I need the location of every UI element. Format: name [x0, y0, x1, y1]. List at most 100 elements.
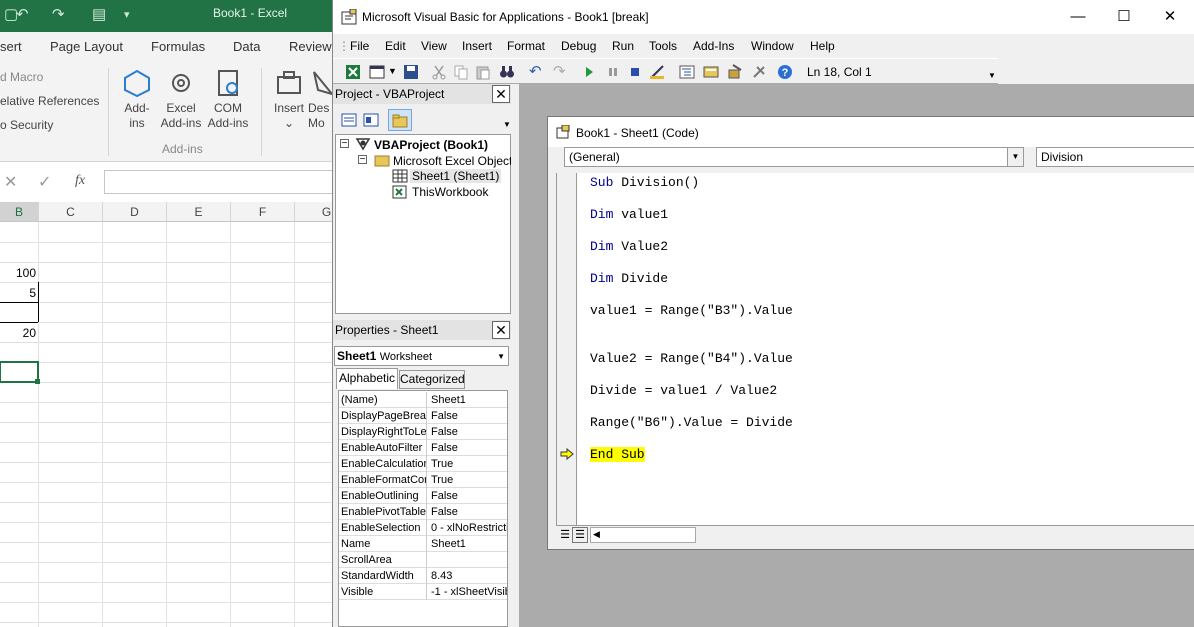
procedure-dropdown[interactable]: Division: [1036, 147, 1194, 167]
view-object-icon[interactable]: [363, 112, 379, 128]
save-icon[interactable]: [403, 64, 419, 80]
tree-item-vbaproject[interactable]: VBAProject (Book1): [374, 138, 488, 152]
property-row[interactable]: DisplayRightToLef False: [339, 424, 507, 440]
col-header-b[interactable]: B: [0, 202, 39, 222]
undo-icon[interactable]: ↶: [16, 5, 29, 23]
maximize-button[interactable]: ☐: [1101, 6, 1147, 28]
vba-project-icon: [355, 138, 371, 151]
project-explorer-icon[interactable]: [679, 64, 695, 80]
redo-icon[interactable]: ↷: [52, 5, 65, 23]
tab-formulas[interactable]: Formulas: [151, 39, 205, 54]
tab-insert[interactable]: sert: [0, 39, 22, 54]
col-header-e[interactable]: E: [167, 202, 231, 222]
record-macro-button[interactable]: d Macro: [0, 70, 43, 84]
property-row[interactable]: EnableOutlining False: [339, 488, 507, 504]
property-row[interactable]: StandardWidth 8.43: [339, 568, 507, 584]
collapse-icon[interactable]: −: [358, 155, 367, 165]
object-dropdown[interactable]: (General) ▼: [564, 147, 1024, 167]
toolbox-icon[interactable]: [751, 64, 767, 80]
property-row[interactable]: ScrollArea: [339, 552, 507, 568]
tree-item-excel-objects[interactable]: Microsoft Excel Objects: [393, 154, 518, 168]
tree-item-thisworkbook[interactable]: ThisWorkbook: [412, 185, 488, 199]
menu-insert[interactable]: Insert: [462, 39, 492, 53]
menu-edit[interactable]: Edit: [385, 39, 406, 53]
excel-add-ins-button[interactable]: Excel Add-ins: [158, 68, 204, 131]
property-row[interactable]: EnableSelection 0 - xlNoRestricti: [339, 520, 507, 536]
procedure-view-icon[interactable]: ☰: [558, 528, 572, 542]
property-row[interactable]: (Name) Sheet1: [339, 392, 507, 408]
property-row[interactable]: EnablePivotTable False: [339, 504, 507, 520]
cancel-icon[interactable]: ✕: [4, 172, 17, 192]
cut-icon[interactable]: [431, 64, 447, 80]
undo-icon[interactable]: ↶: [529, 62, 545, 80]
col-header-f[interactable]: F: [231, 202, 295, 222]
insert-dropdown-icon[interactable]: ▼: [388, 66, 404, 82]
cell-b6[interactable]: 20: [0, 326, 36, 340]
customize-qat-icon[interactable]: ▾: [124, 8, 130, 21]
col-header-c[interactable]: C: [39, 202, 103, 222]
menu-file[interactable]: File: [350, 39, 369, 53]
find-icon[interactable]: [499, 64, 515, 80]
minimize-button[interactable]: —: [1055, 6, 1101, 28]
macro-security-button[interactable]: o Security: [0, 118, 53, 132]
menu-help[interactable]: Help: [810, 39, 835, 53]
design-mode-button[interactable]: Des Mo: [308, 68, 335, 131]
insert-controls-button[interactable]: Insert ⌄: [270, 68, 308, 131]
close-properties-button[interactable]: ✕: [492, 321, 510, 339]
collapse-icon[interactable]: −: [340, 139, 349, 149]
worksheet-grid: B C D E F G 100 5 20: [0, 202, 359, 627]
design-mode-icon[interactable]: [649, 64, 665, 80]
view-excel-icon[interactable]: [345, 64, 361, 80]
scroll-left-icon[interactable]: ◀: [593, 529, 600, 540]
menu-window[interactable]: Window: [751, 39, 794, 53]
property-row[interactable]: EnableAutoFilter False: [339, 440, 507, 456]
cell-b4[interactable]: 5: [0, 286, 36, 300]
property-row[interactable]: Name Sheet1: [339, 536, 507, 552]
paste-icon[interactable]: [475, 64, 491, 80]
object-browser-icon[interactable]: [727, 64, 743, 80]
property-row[interactable]: EnableFormatCon True: [339, 472, 507, 488]
close-button[interactable]: ✕: [1147, 6, 1193, 28]
tab-review[interactable]: Review: [289, 39, 332, 54]
menu-add-ins[interactable]: Add-Ins: [693, 39, 734, 53]
close-project-explorer-button[interactable]: ✕: [492, 85, 510, 103]
insert-userform-icon[interactable]: [369, 64, 385, 80]
tab-page-layout[interactable]: Page Layout: [50, 39, 123, 54]
properties-window-icon[interactable]: [703, 64, 719, 80]
run-icon[interactable]: [581, 64, 597, 80]
menu-run[interactable]: Run: [612, 39, 634, 53]
form-icon[interactable]: ▤: [92, 5, 106, 23]
col-header-d[interactable]: D: [103, 202, 167, 222]
formula-input[interactable]: [104, 170, 334, 194]
margin-indicator-bar[interactable]: [557, 173, 577, 525]
tree-item-sheet1[interactable]: Sheet1 (Sheet1): [410, 169, 502, 183]
help-icon[interactable]: ?: [777, 64, 793, 80]
enter-icon[interactable]: ✓: [38, 172, 51, 192]
toggle-folders-button[interactable]: [388, 109, 412, 131]
copy-icon[interactable]: [453, 64, 469, 80]
horizontal-scrollbar[interactable]: ◀: [590, 527, 696, 543]
reset-icon[interactable]: [627, 64, 643, 80]
property-row[interactable]: DisplayPageBreak False: [339, 408, 507, 424]
view-code-icon[interactable]: [341, 112, 357, 128]
menu-view[interactable]: View: [421, 39, 447, 53]
menu-tools[interactable]: Tools: [649, 39, 677, 53]
menu-format[interactable]: Format: [507, 39, 545, 53]
com-add-ins-button[interactable]: COM Add-ins: [205, 68, 251, 131]
relative-references-button[interactable]: elative References: [0, 94, 99, 108]
menu-debug[interactable]: Debug: [561, 39, 596, 53]
redo-icon[interactable]: ↷: [553, 62, 569, 80]
property-row[interactable]: EnableCalculation True: [339, 456, 507, 472]
property-row[interactable]: Visible -1 - xlSheetVisib: [339, 584, 507, 600]
tab-alphabetic[interactable]: Alphabetic: [336, 368, 398, 389]
toolbar-options-icon[interactable]: ▼: [988, 71, 996, 80]
break-icon[interactable]: [605, 64, 621, 80]
insert-function-icon[interactable]: fx: [75, 173, 85, 189]
tab-categorized[interactable]: Categorized: [399, 370, 465, 389]
full-module-view-icon[interactable]: ☰: [572, 527, 588, 543]
code-editor[interactable]: Sub Division() Dim value1 Dim Value2 Dim…: [556, 173, 1194, 525]
object-combo[interactable]: Sheet1 Worksheet ▼: [334, 346, 509, 366]
add-ins-button[interactable]: Add-ins: [118, 68, 156, 131]
cell-b3[interactable]: 100: [0, 266, 36, 280]
tab-data[interactable]: Data: [233, 39, 260, 54]
